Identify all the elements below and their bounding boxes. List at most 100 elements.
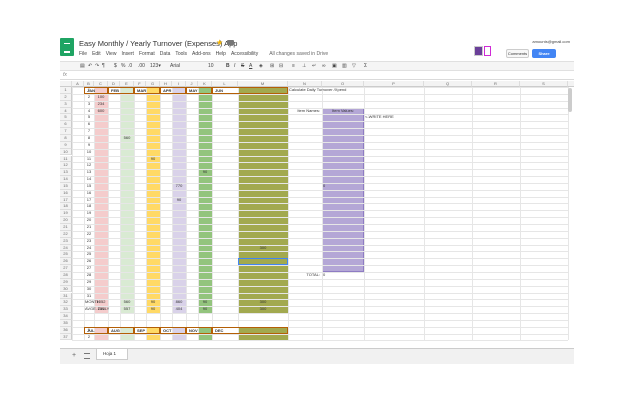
day-number-cell[interactable]: 27 (84, 265, 94, 272)
menu-insert[interactable]: Insert (121, 51, 134, 57)
collaborator-avatar[interactable] (484, 46, 491, 56)
row-header[interactable]: 9 (60, 141, 72, 149)
day-number-cell[interactable]: 11 (84, 156, 94, 163)
row-header[interactable]: 33 (60, 306, 72, 314)
decimal-more-icon[interactable]: .00 (138, 63, 145, 69)
align-icon[interactable]: ≡ (292, 63, 295, 69)
wrap-icon[interactable]: ↵ (312, 63, 316, 69)
month-total-cell[interactable]: 860 (172, 299, 186, 306)
daily-average-cell[interactable]: 404 (172, 306, 186, 313)
row-header[interactable]: 29 (60, 278, 72, 286)
menu-accessibility[interactable]: Accessibility (231, 51, 258, 57)
month-label-may[interactable]: MAY (186, 87, 212, 94)
menu-edit[interactable]: Edit (92, 51, 101, 57)
day-number-cell[interactable]: 7 (84, 128, 94, 135)
sheet-tab[interactable]: Hoja 1 (96, 349, 128, 360)
borders-icon[interactable]: ⊞ (270, 63, 274, 69)
comment-icon[interactable]: ▣ (332, 63, 337, 69)
row-header[interactable]: 4 (60, 107, 72, 115)
expense-value-cell[interactable]: 90 (198, 169, 212, 176)
avatar[interactable] (474, 46, 483, 56)
active-cell[interactable] (238, 258, 288, 266)
add-sheet-icon[interactable]: + (72, 352, 76, 359)
row-header[interactable]: 12 (60, 162, 72, 170)
month-label-jan[interactable]: JAN (84, 87, 108, 94)
paint-format-icon[interactable]: ¶ (102, 63, 105, 69)
filter-icon[interactable]: ▽ (352, 63, 356, 69)
daily-average-cell[interactable]: 557 (120, 306, 134, 313)
expense-value-cell[interactable]: 770 (172, 183, 186, 190)
row-header[interactable]: 13 (60, 169, 72, 177)
expense-value-cell[interactable]: 100 (94, 94, 108, 101)
menu-data[interactable]: Data (160, 51, 171, 57)
saved-status[interactable]: All changes saved in Drive (269, 51, 328, 57)
functions-icon[interactable]: Σ (364, 63, 367, 69)
font-size-select[interactable]: 10 (208, 63, 214, 69)
day-number-cell[interactable]: 30 (84, 286, 94, 293)
row-header[interactable]: 35 (60, 319, 72, 327)
day-number-cell[interactable]: 28 (84, 272, 94, 279)
expense-value-cell[interactable]: 600 (94, 108, 108, 115)
row-header[interactable]: 26 (60, 258, 72, 266)
month-label-nov[interactable]: NOV (186, 326, 212, 334)
month-label-oct[interactable]: OCT (160, 326, 186, 334)
percent-icon[interactable]: % (121, 63, 125, 69)
row-header[interactable]: 18 (60, 203, 72, 211)
row-header[interactable]: 7 (60, 128, 72, 135)
day-number-cell[interactable]: 3 (84, 101, 94, 108)
row-header[interactable]: 37 (60, 333, 72, 341)
day-number-cell[interactable]: 2 (84, 94, 94, 101)
month-total-cell[interactable]: 560 (120, 299, 134, 306)
row-header[interactable]: 2 (60, 93, 72, 101)
total-value[interactable]: 0 (322, 272, 364, 279)
day-number-cell[interactable]: 16 (84, 190, 94, 197)
link-icon[interactable]: ∞ (322, 63, 326, 69)
column-header[interactable]: T (568, 81, 574, 87)
item-value-cell[interactable]: 0 (322, 183, 364, 190)
menu-addons[interactable]: Add-ons (192, 51, 211, 57)
menu-help[interactable]: Help (216, 51, 226, 57)
row-header[interactable]: 14 (60, 176, 72, 183)
day-number-cell[interactable]: 31 (84, 293, 94, 300)
menu-tools[interactable]: Tools (175, 51, 187, 57)
strikethrough-icon[interactable]: S (241, 63, 244, 69)
month-total-cell[interactable]: 300 (238, 299, 288, 306)
row-header[interactable]: 21 (60, 224, 72, 231)
row-header[interactable]: 25 (60, 251, 72, 259)
daily-average-cell[interactable]: 90 (146, 306, 160, 313)
row-header[interactable]: 15 (60, 182, 72, 190)
day-number-cell[interactable]: 29 (84, 279, 94, 286)
row-header[interactable]: 11 (60, 155, 72, 163)
valign-icon[interactable]: ⊥ (302, 63, 306, 69)
column-header[interactable]: A (72, 81, 84, 87)
print-icon[interactable]: ▤ (80, 63, 85, 69)
italic-icon[interactable]: I (234, 63, 235, 69)
bold-icon[interactable]: B (226, 63, 230, 69)
row-header[interactable]: 34 (60, 313, 72, 320)
day-number-cell[interactable]: 9 (84, 142, 94, 149)
row-header[interactable]: 3 (60, 100, 72, 108)
chart-icon[interactable]: ▥ (342, 63, 347, 69)
day-number-cell[interactable]: 22 (84, 231, 94, 238)
day-number-cell[interactable]: 4 (84, 108, 94, 115)
column-header[interactable]: S (520, 81, 568, 87)
currency-icon[interactable]: $ (114, 63, 117, 69)
month-label-apr[interactable]: APR (160, 87, 186, 94)
share-button[interactable]: Share (532, 49, 556, 58)
row-header[interactable]: 22 (60, 230, 72, 238)
vertical-scrollbar[interactable] (568, 88, 572, 112)
month-total-cell[interactable]: 90 (146, 299, 160, 306)
month-label-feb[interactable]: FEB (108, 87, 134, 94)
day-number-cell[interactable]: 15 (84, 183, 94, 190)
row-header[interactable]: 30 (60, 285, 72, 293)
row-header[interactable]: 23 (60, 237, 72, 245)
expense-value-cell[interactable]: 234 (94, 101, 108, 108)
expense-value-cell[interactable]: 90 (172, 197, 186, 204)
expense-value-cell[interactable]: 300 (238, 245, 288, 252)
column-header[interactable]: Q (424, 81, 472, 87)
formula-bar[interactable]: fx (60, 72, 574, 80)
decimal-icon[interactable]: .0 (128, 63, 132, 69)
day-number-cell[interactable]: 20 (84, 217, 94, 224)
undo-icon[interactable]: ↶ (88, 63, 92, 69)
day-number-cell[interactable]: 13 (84, 169, 94, 176)
